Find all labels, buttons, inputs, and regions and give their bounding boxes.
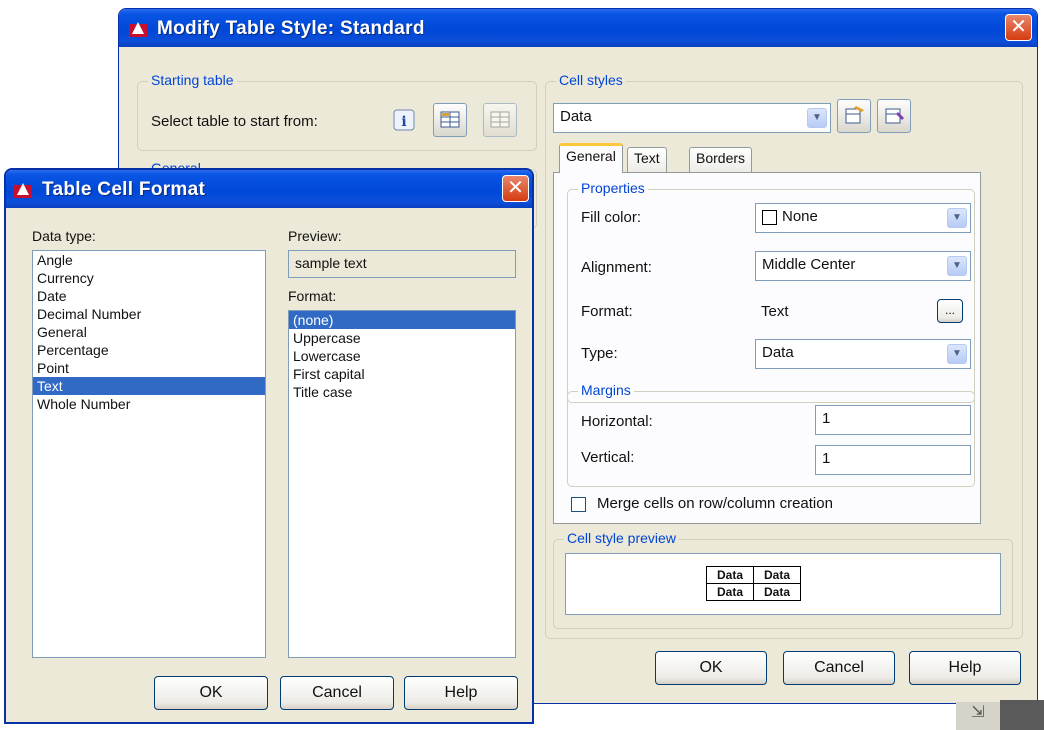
cell-styles-label: Cell styles (556, 72, 626, 88)
cell-style-combo[interactable]: Data ▼ (553, 103, 831, 133)
type-combo[interactable]: Data ▼ (755, 339, 971, 369)
cancel-button[interactable]: Cancel (783, 651, 895, 685)
format-item[interactable]: Title case (289, 383, 515, 401)
data-type-item[interactable]: Text (33, 377, 265, 395)
format-value: Text (761, 303, 789, 320)
ok-button[interactable]: OK (655, 651, 767, 685)
close-button[interactable]: ✕ (1005, 14, 1032, 41)
format-item[interactable]: First capital (289, 365, 515, 383)
fill-color-combo[interactable]: None ▼ (755, 203, 971, 233)
tab-borders[interactable]: Borders (689, 147, 753, 173)
table-cell-format-dialog: Table Cell Format ✕ Data type: Angle Curr… (4, 168, 534, 724)
format-label: Format: (581, 303, 633, 320)
alignment-value: Middle Center (762, 256, 856, 273)
create-cell-style-icon[interactable] (837, 99, 871, 133)
data-type-label: Data type: (32, 228, 96, 244)
margins-label: Margins (578, 382, 634, 398)
autocad-app-icon (129, 22, 147, 37)
data-type-item[interactable]: Angle (33, 251, 265, 269)
data-type-list[interactable]: Angle Currency Date Decimal Number General Pe… (32, 250, 266, 658)
cancel-button[interactable]: Cancel (280, 676, 394, 710)
starting-table-label: Starting table (148, 72, 237, 88)
preview-label: Preview: (288, 228, 342, 244)
svg-text:i: i (401, 114, 406, 130)
preview-cell: Data (753, 583, 802, 601)
format-item[interactable]: Lowercase (289, 347, 515, 365)
data-type-item[interactable]: Whole Number (33, 395, 265, 413)
format-label: Format: (288, 288, 337, 304)
alignment-label: Alignment: (581, 259, 652, 276)
format-item[interactable]: (none) (289, 311, 515, 329)
autocad-app-icon (14, 183, 32, 198)
help-button[interactable]: Help (404, 676, 518, 710)
tab-general[interactable]: General (559, 143, 623, 173)
background-edge (1000, 700, 1044, 730)
data-type-item[interactable]: Currency (33, 269, 265, 287)
data-type-item[interactable]: Decimal Number (33, 305, 265, 323)
vertical-label: Vertical: (581, 449, 635, 466)
chevron-down-icon[interactable]: ▼ (947, 256, 967, 276)
type-label: Type: (581, 345, 618, 362)
data-type-item[interactable]: Point (33, 359, 265, 377)
preview-table: Data Data Data Data (705, 566, 802, 601)
preview-cell: Data (753, 566, 802, 584)
select-table-icon[interactable] (433, 103, 467, 137)
cell-format-title: Table Cell Format (42, 179, 206, 200)
horizontal-label: Horizontal: (581, 413, 653, 430)
ok-button[interactable]: OK (154, 676, 268, 710)
color-swatch (762, 210, 777, 225)
alignment-combo[interactable]: Middle Center ▼ (755, 251, 971, 281)
fill-color-label: Fill color: (581, 209, 642, 226)
merge-cells-label: Merge cells on row/column creation (597, 495, 833, 512)
properties-label: Properties (578, 180, 648, 196)
type-value: Data (762, 344, 794, 361)
chevron-down-icon[interactable]: ▼ (947, 208, 967, 228)
tab-text[interactable]: Text (627, 147, 667, 173)
chevron-down-icon[interactable]: ▼ (947, 344, 967, 364)
preview-cell: Data (705, 566, 755, 584)
vertical-margin-input[interactable]: 1 (815, 445, 971, 475)
preview-field: sample text (288, 250, 516, 278)
cell-style-preview-label: Cell style preview (564, 530, 679, 546)
format-list[interactable]: (none) Uppercase Lowercase First capital Tit… (288, 310, 516, 658)
data-type-item[interactable]: General (33, 323, 265, 341)
remove-table-icon[interactable] (483, 103, 517, 137)
help-button[interactable]: Help (909, 651, 1021, 685)
cell-style-value: Data (560, 108, 592, 125)
info-icon[interactable]: i (391, 107, 417, 133)
data-type-item[interactable]: Percentage (33, 341, 265, 359)
cell-style-preview-area: Data Data Data Data (565, 553, 1001, 615)
select-table-label: Select table to start from: (151, 113, 318, 130)
resize-grip-icon[interactable]: ⇲ (956, 702, 1000, 730)
chevron-down-icon[interactable]: ▼ (807, 108, 827, 128)
merge-cells-checkbox[interactable] (571, 497, 586, 512)
format-item[interactable]: Uppercase (289, 329, 515, 347)
fill-color-value: None (782, 208, 818, 225)
manage-cell-styles-icon[interactable] (877, 99, 911, 133)
horizontal-margin-input[interactable]: 1 (815, 405, 971, 435)
format-button[interactable]: ... (937, 299, 963, 323)
cell-format-titlebar[interactable]: Table Cell Format ✕ (6, 170, 532, 208)
preview-cell: Data (705, 583, 755, 601)
modify-dialog-title: Modify Table Style: Standard (157, 18, 425, 39)
modify-dialog-titlebar[interactable]: Modify Table Style: Standard ✕ (119, 9, 1037, 47)
close-button[interactable]: ✕ (502, 175, 529, 202)
data-type-item[interactable]: Date (33, 287, 265, 305)
